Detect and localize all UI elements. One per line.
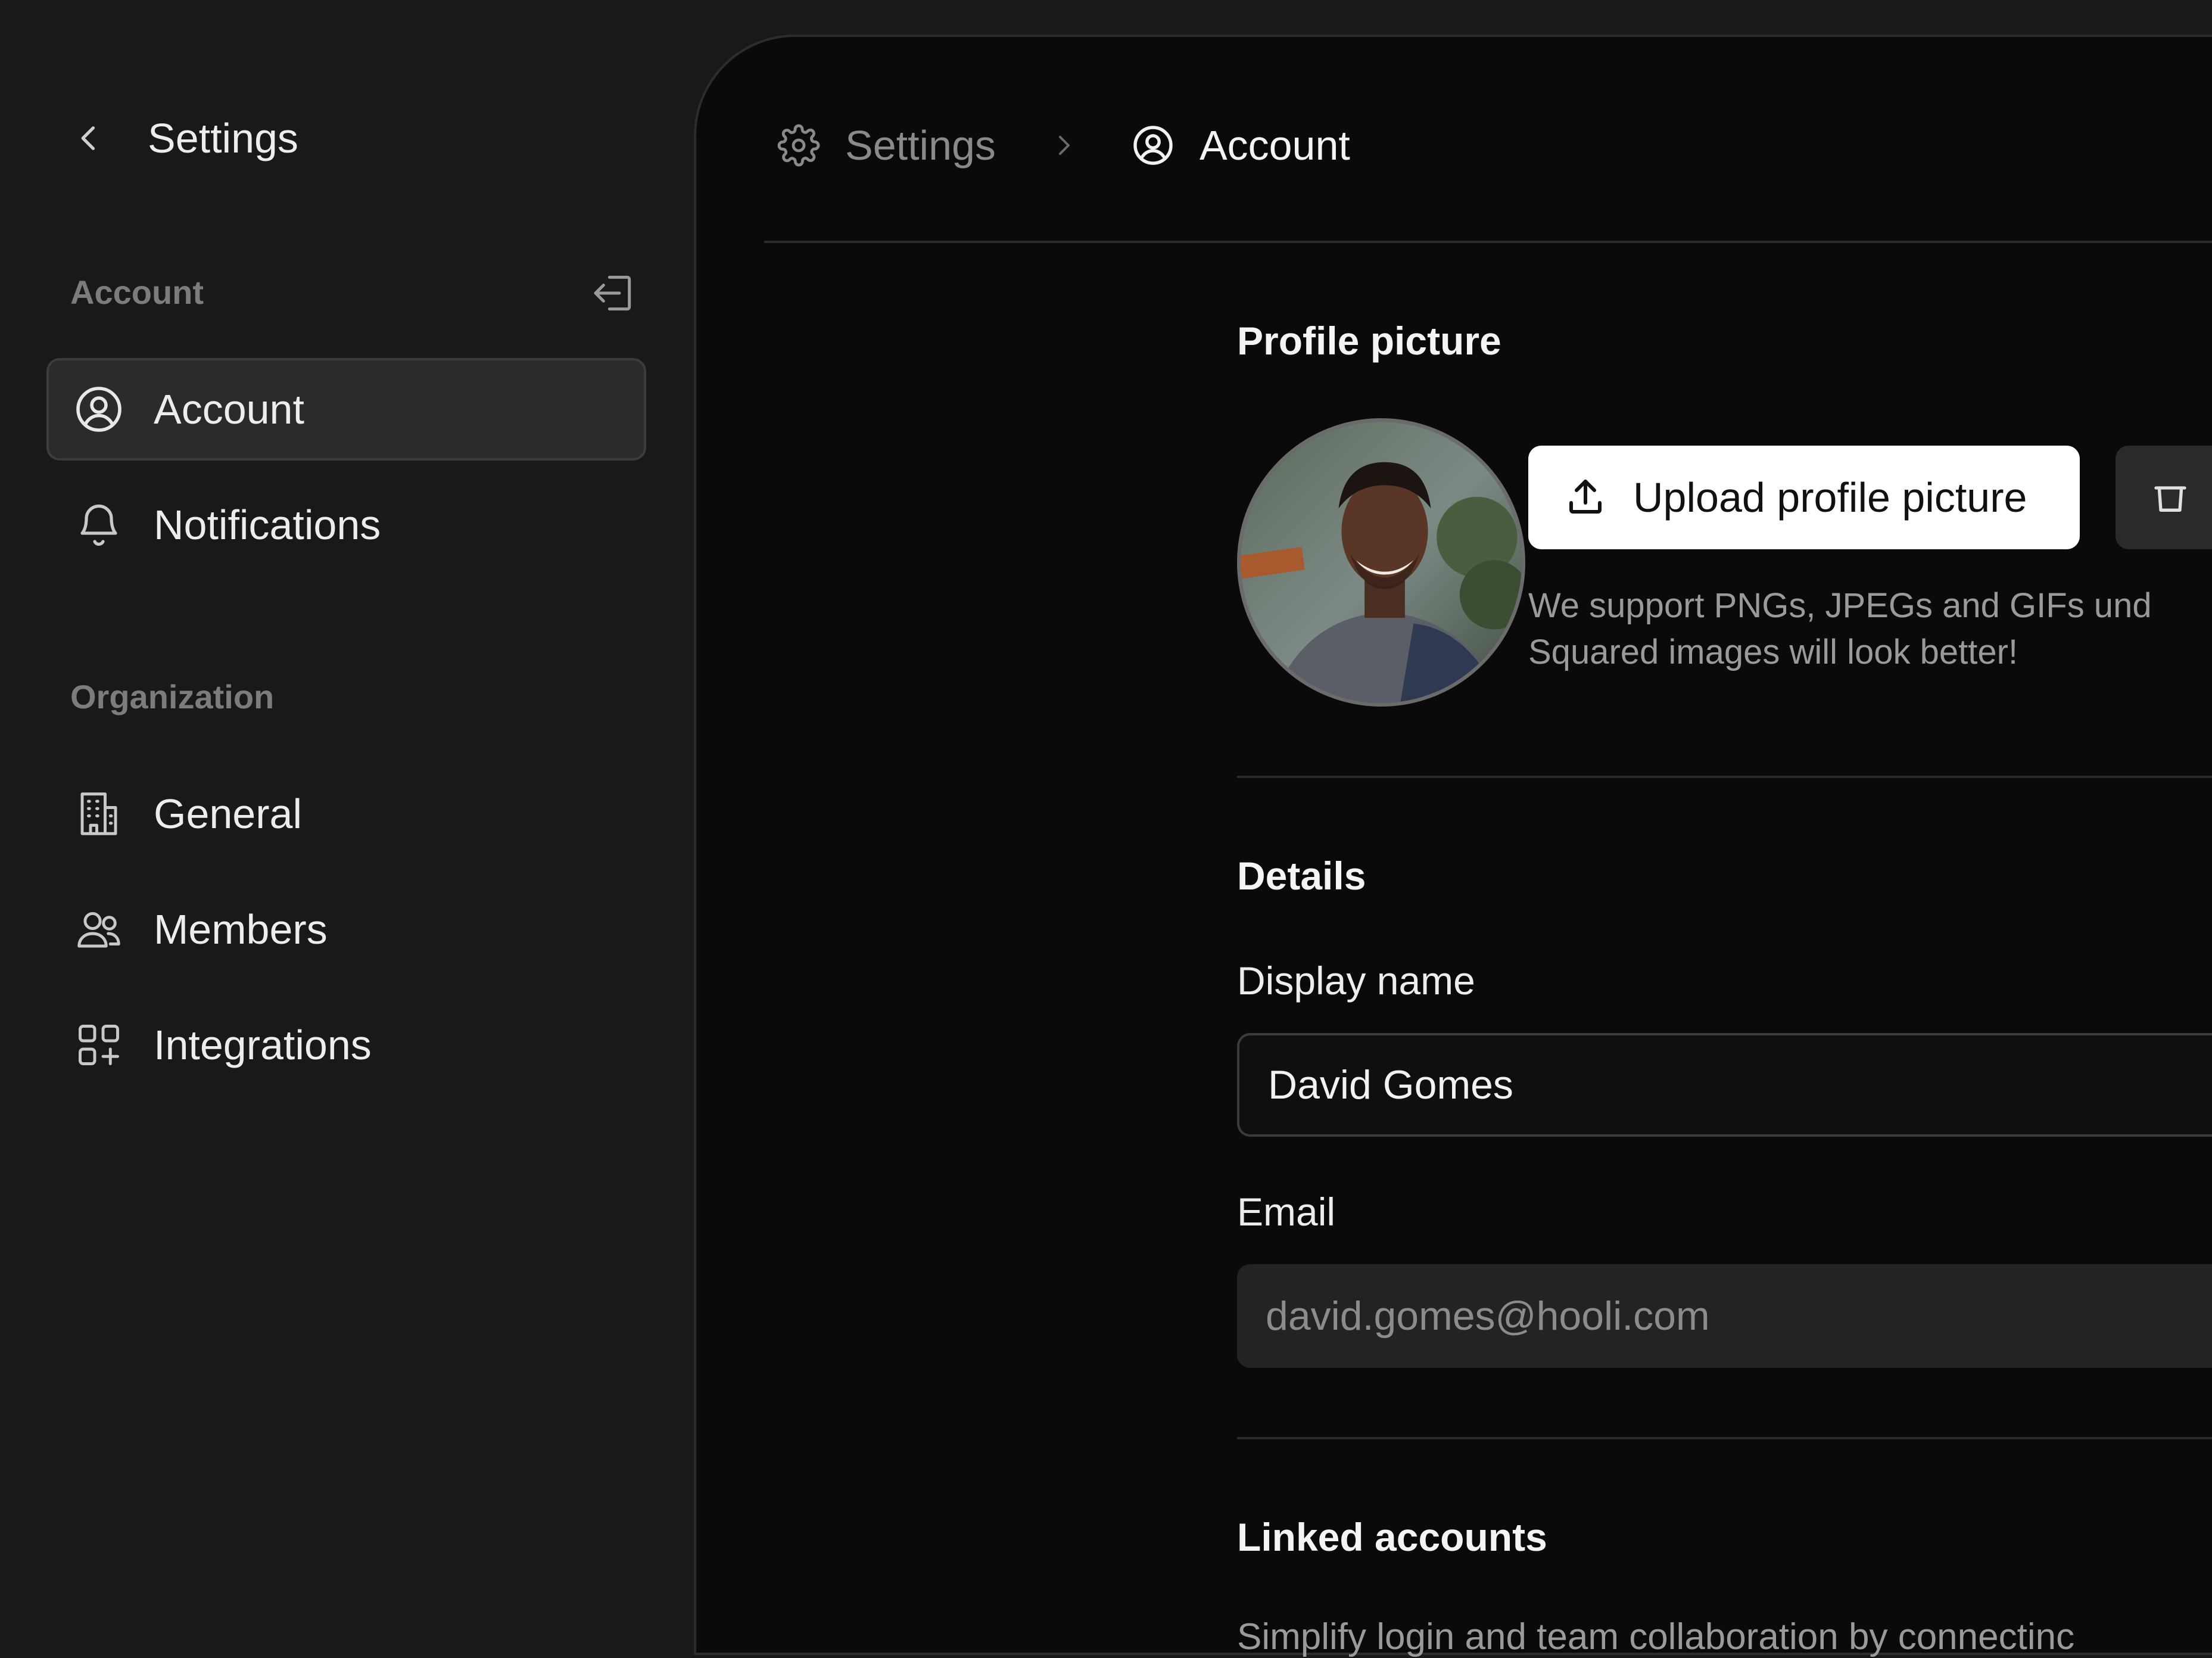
breadcrumb: Settings Account bbox=[777, 117, 1350, 174]
section-label-account: Account bbox=[70, 273, 204, 311]
chevron-right-icon bbox=[1049, 131, 1078, 160]
profile-picture-heading: Profile picture bbox=[1237, 319, 1501, 363]
remove-picture-button[interactable] bbox=[2116, 446, 2212, 549]
users-icon bbox=[74, 904, 124, 954]
bell-icon bbox=[74, 500, 124, 550]
building-icon bbox=[74, 789, 124, 839]
breadcrumb-current: Account bbox=[1199, 122, 1350, 169]
sidebar-item-general[interactable]: General bbox=[46, 763, 646, 865]
sidebar-item-label: Account bbox=[154, 386, 304, 433]
details-heading: Details bbox=[1237, 854, 1366, 898]
section-divider bbox=[1237, 1437, 2212, 1439]
sidebar: Settings Account Account Notifications O… bbox=[0, 0, 694, 1615]
sidebar-item-account[interactable]: Account bbox=[46, 358, 646, 461]
gear-icon bbox=[777, 124, 820, 167]
profile-picture-hint: We support PNGs, JPEGs and GIFs und Squa… bbox=[1528, 583, 2152, 676]
hint-line-1: We support PNGs, JPEGs and GIFs und bbox=[1528, 586, 2152, 625]
display-name-input[interactable] bbox=[1237, 1033, 2212, 1137]
breadcrumb-settings-link[interactable]: Settings bbox=[845, 122, 996, 169]
linked-accounts-description: Simplify login and team collaboration by… bbox=[1237, 1616, 2075, 1657]
email-label: Email bbox=[1237, 1190, 1336, 1234]
display-name-label: Display name bbox=[1237, 959, 1475, 1003]
sidebar-item-label: Members bbox=[154, 906, 328, 953]
sidebar-item-members[interactable]: Members bbox=[46, 878, 646, 981]
avatar bbox=[1237, 418, 1525, 707]
main-panel: Settings Account Profile picture Upload … bbox=[694, 35, 2212, 1657]
section-label-organization: Organization bbox=[70, 678, 275, 716]
header-divider bbox=[764, 241, 2212, 243]
sidebar-item-label: General bbox=[154, 791, 303, 837]
back-to-settings[interactable]: Settings bbox=[74, 113, 298, 163]
user-circle-icon bbox=[74, 384, 124, 434]
upload-profile-picture-button[interactable]: Upload profile picture bbox=[1528, 446, 2080, 549]
section-divider bbox=[1237, 776, 2212, 778]
sidebar-item-notifications[interactable]: Notifications bbox=[46, 474, 646, 576]
sidebar-item-integrations[interactable]: Integrations bbox=[46, 994, 646, 1096]
sidebar-item-label: Notifications bbox=[154, 502, 381, 548]
hint-line-2: Squared images will look better! bbox=[1528, 633, 2018, 671]
trash-icon bbox=[2151, 478, 2189, 517]
linked-accounts-heading: Linked accounts bbox=[1237, 1515, 1547, 1559]
sidebar-item-label: Integrations bbox=[154, 1022, 372, 1068]
chevron-left-icon bbox=[74, 123, 105, 154]
logout-icon[interactable] bbox=[590, 269, 637, 317]
back-label: Settings bbox=[148, 115, 298, 161]
user-circle-icon bbox=[1132, 124, 1174, 167]
email-field[interactable] bbox=[1237, 1264, 2212, 1368]
upload-icon bbox=[1564, 476, 1607, 519]
upload-button-label: Upload profile picture bbox=[1633, 474, 2027, 521]
apps-add-icon bbox=[74, 1020, 124, 1070]
